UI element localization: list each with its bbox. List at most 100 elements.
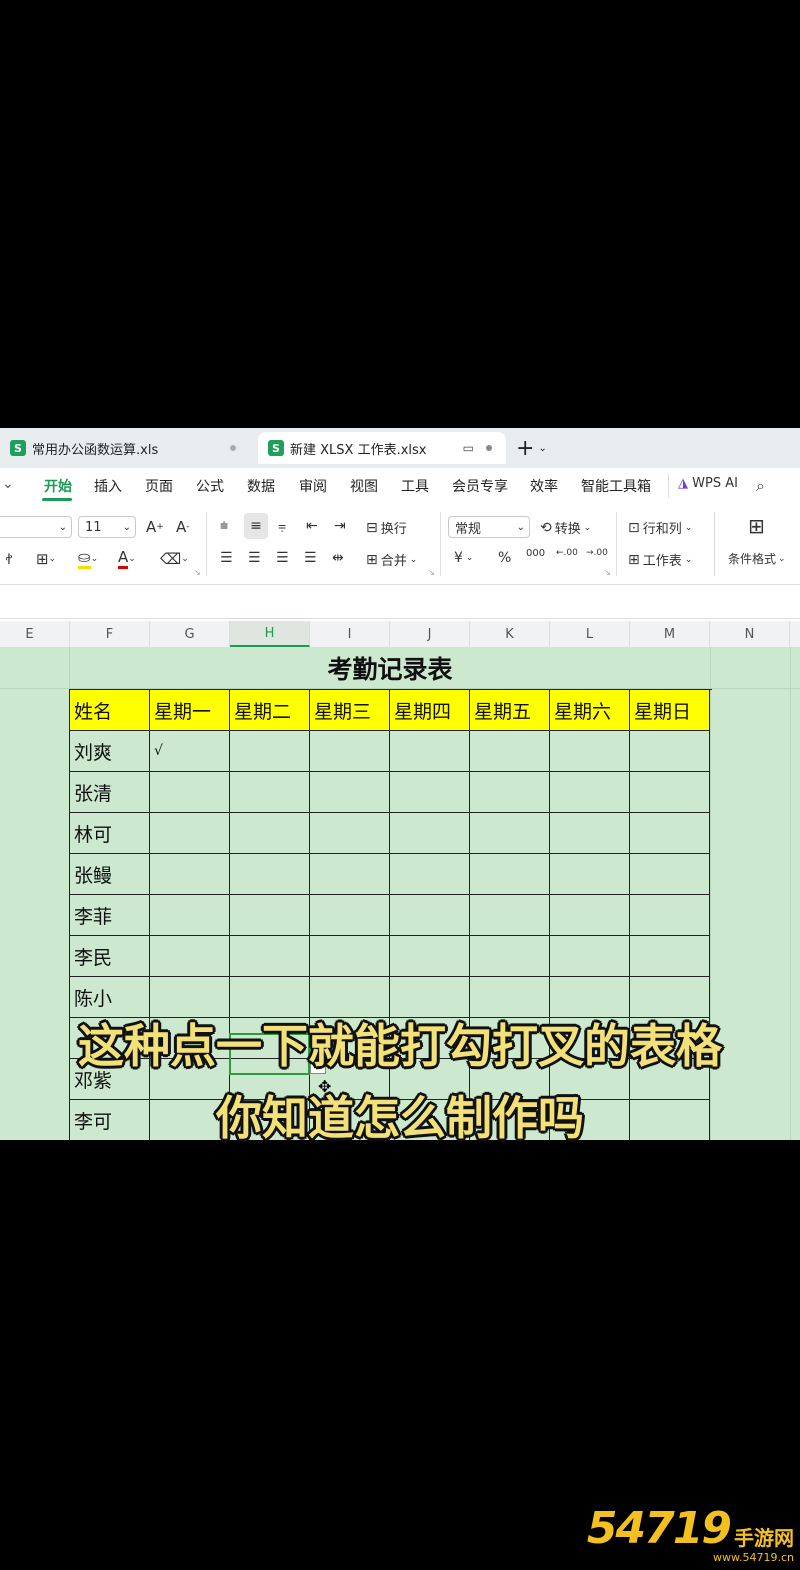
column-header[interactable]: E [0,621,70,647]
header-cell[interactable]: 星期四 [390,690,470,731]
justify-icon[interactable]: ☰ [304,550,317,566]
attendance-cell[interactable] [310,895,390,936]
attendance-cell[interactable] [390,813,470,854]
name-cell[interactable]: 李民 [70,936,150,977]
new-tab-button[interactable]: + ⌄ [516,432,556,464]
attendance-cell[interactable] [230,895,310,936]
menu-smart-toolbox[interactable]: 智能工具箱 [581,476,651,496]
wrap-text-button[interactable]: ⊟ 换行 [366,518,407,538]
menu-page[interactable]: 页面 [145,476,173,496]
align-center-icon[interactable]: ☰ [248,550,261,566]
align-middle-icon[interactable]: ≡ [244,513,268,539]
font-size-select[interactable]: 11 ⌄ [78,516,136,538]
attendance-cell[interactable] [150,772,230,813]
attendance-cell[interactable] [630,731,710,772]
attendance-cell[interactable] [230,936,310,977]
thousands-separator-button[interactable]: 000 [526,548,545,559]
name-cell[interactable]: 刘爽 [70,731,150,772]
menu-insert[interactable]: 插入 [94,476,122,496]
header-cell[interactable]: 星期二 [230,690,310,731]
worksheet-button[interactable]: ⊞ 工作表 ⌄ [628,550,692,570]
check-mark-cell[interactable]: √ [150,731,230,772]
menu-tools[interactable]: 工具 [401,476,429,496]
attendance-cell[interactable] [230,731,310,772]
attendance-cell[interactable] [150,854,230,895]
number-group-expand-icon[interactable]: ↘ [604,568,611,577]
conditional-format-button[interactable]: 条件格式 ⌄ [728,550,786,567]
collapse-chevron-icon[interactable]: ⌄ [2,476,14,492]
menu-data[interactable]: 数据 [247,476,275,496]
sheet-title[interactable]: 考勤记录表 [230,649,550,687]
name-cell[interactable]: 李菲 [70,895,150,936]
tab-file-1[interactable]: S 常用办公函数运算.xls [0,432,250,464]
attendance-cell[interactable] [470,854,550,895]
attendance-cell[interactable] [390,895,470,936]
attendance-cell[interactable] [390,936,470,977]
column-header[interactable]: K [470,621,550,647]
column-header[interactable]: G [150,621,230,647]
convert-button[interactable]: ⟲ 转换 ⌄ [540,518,591,538]
attendance-cell[interactable] [310,854,390,895]
font-grow-button[interactable]: A + [146,518,164,536]
font-shrink-button[interactable]: A- [176,518,190,536]
menu-formula[interactable]: 公式 [196,476,224,496]
menu-efficiency[interactable]: 效率 [530,476,558,496]
attendance-cell[interactable] [550,731,630,772]
attendance-cell[interactable] [470,895,550,936]
attendance-cell[interactable] [550,895,630,936]
conditional-format-icon[interactable]: ⊞ [748,514,765,538]
header-cell[interactable]: 姓名 [70,690,150,731]
attendance-cell[interactable] [310,936,390,977]
align-top-icon[interactable]: ⩧ [220,518,228,534]
align-bottom-icon[interactable]: ⩦ [278,518,286,534]
attendance-cell[interactable] [470,936,550,977]
attendance-cell[interactable] [310,772,390,813]
attendance-cell[interactable] [230,772,310,813]
attendance-cell[interactable] [310,813,390,854]
increase-indent-icon[interactable]: ⇥ [334,518,346,534]
merge-cells-button[interactable]: ⊞ 合并 ⌄ [366,550,417,570]
align-left-icon[interactable]: ☰ [220,550,233,566]
name-cell[interactable]: 张清 [70,772,150,813]
header-cell[interactable]: 星期五 [470,690,550,731]
wps-ai-button[interactable]: ◮ WPS AI [678,476,738,491]
formula-bar[interactable] [0,588,800,619]
attendance-cell[interactable] [390,854,470,895]
menu-member[interactable]: 会员专享 [452,476,508,496]
font-color-button[interactable]: A ⌄ [118,548,136,569]
attendance-cell[interactable] [550,936,630,977]
rows-cols-button[interactable]: ⊡ 行和列 ⌄ [628,518,692,538]
clear-format-button[interactable]: ⌫ ⌄ [160,550,189,568]
column-header[interactable]: J [390,621,470,647]
name-cell[interactable]: 林可 [70,813,150,854]
attendance-cell[interactable] [550,854,630,895]
menu-home[interactable]: 开始 [44,476,72,496]
attendance-cell[interactable] [630,895,710,936]
attendance-cell[interactable] [470,731,550,772]
align-right-icon[interactable]: ☰ [276,550,289,566]
column-header[interactable]: F [70,621,150,647]
attendance-cell[interactable] [310,731,390,772]
attendance-cell[interactable] [630,813,710,854]
search-icon[interactable]: ⌕ [756,476,765,496]
header-cell[interactable]: 星期三 [310,690,390,731]
distributed-align-icon[interactable]: ⇹ [332,550,344,566]
column-header[interactable]: I [310,621,390,647]
attendance-cell[interactable] [230,813,310,854]
attendance-cell[interactable] [230,854,310,895]
percent-button[interactable]: % [498,550,511,566]
header-cell[interactable]: 星期一 [150,690,230,731]
attendance-cell[interactable] [470,772,550,813]
attendance-cell[interactable] [630,936,710,977]
name-cell[interactable]: 张鳗 [70,854,150,895]
increase-decimal-button[interactable]: ← .00 [556,548,578,558]
number-format-select[interactable]: 常规 ⌄ [448,516,530,538]
fill-color-button[interactable]: ⛀ ⌄ [78,548,98,569]
column-header[interactable]: N [710,621,790,647]
attendance-cell[interactable] [150,813,230,854]
column-header[interactable]: L [550,621,630,647]
font-group-expand-icon[interactable]: ↘ [194,568,201,577]
attendance-cell[interactable] [550,813,630,854]
attendance-cell[interactable] [150,895,230,936]
header-cell[interactable]: 星期六 [550,690,630,731]
